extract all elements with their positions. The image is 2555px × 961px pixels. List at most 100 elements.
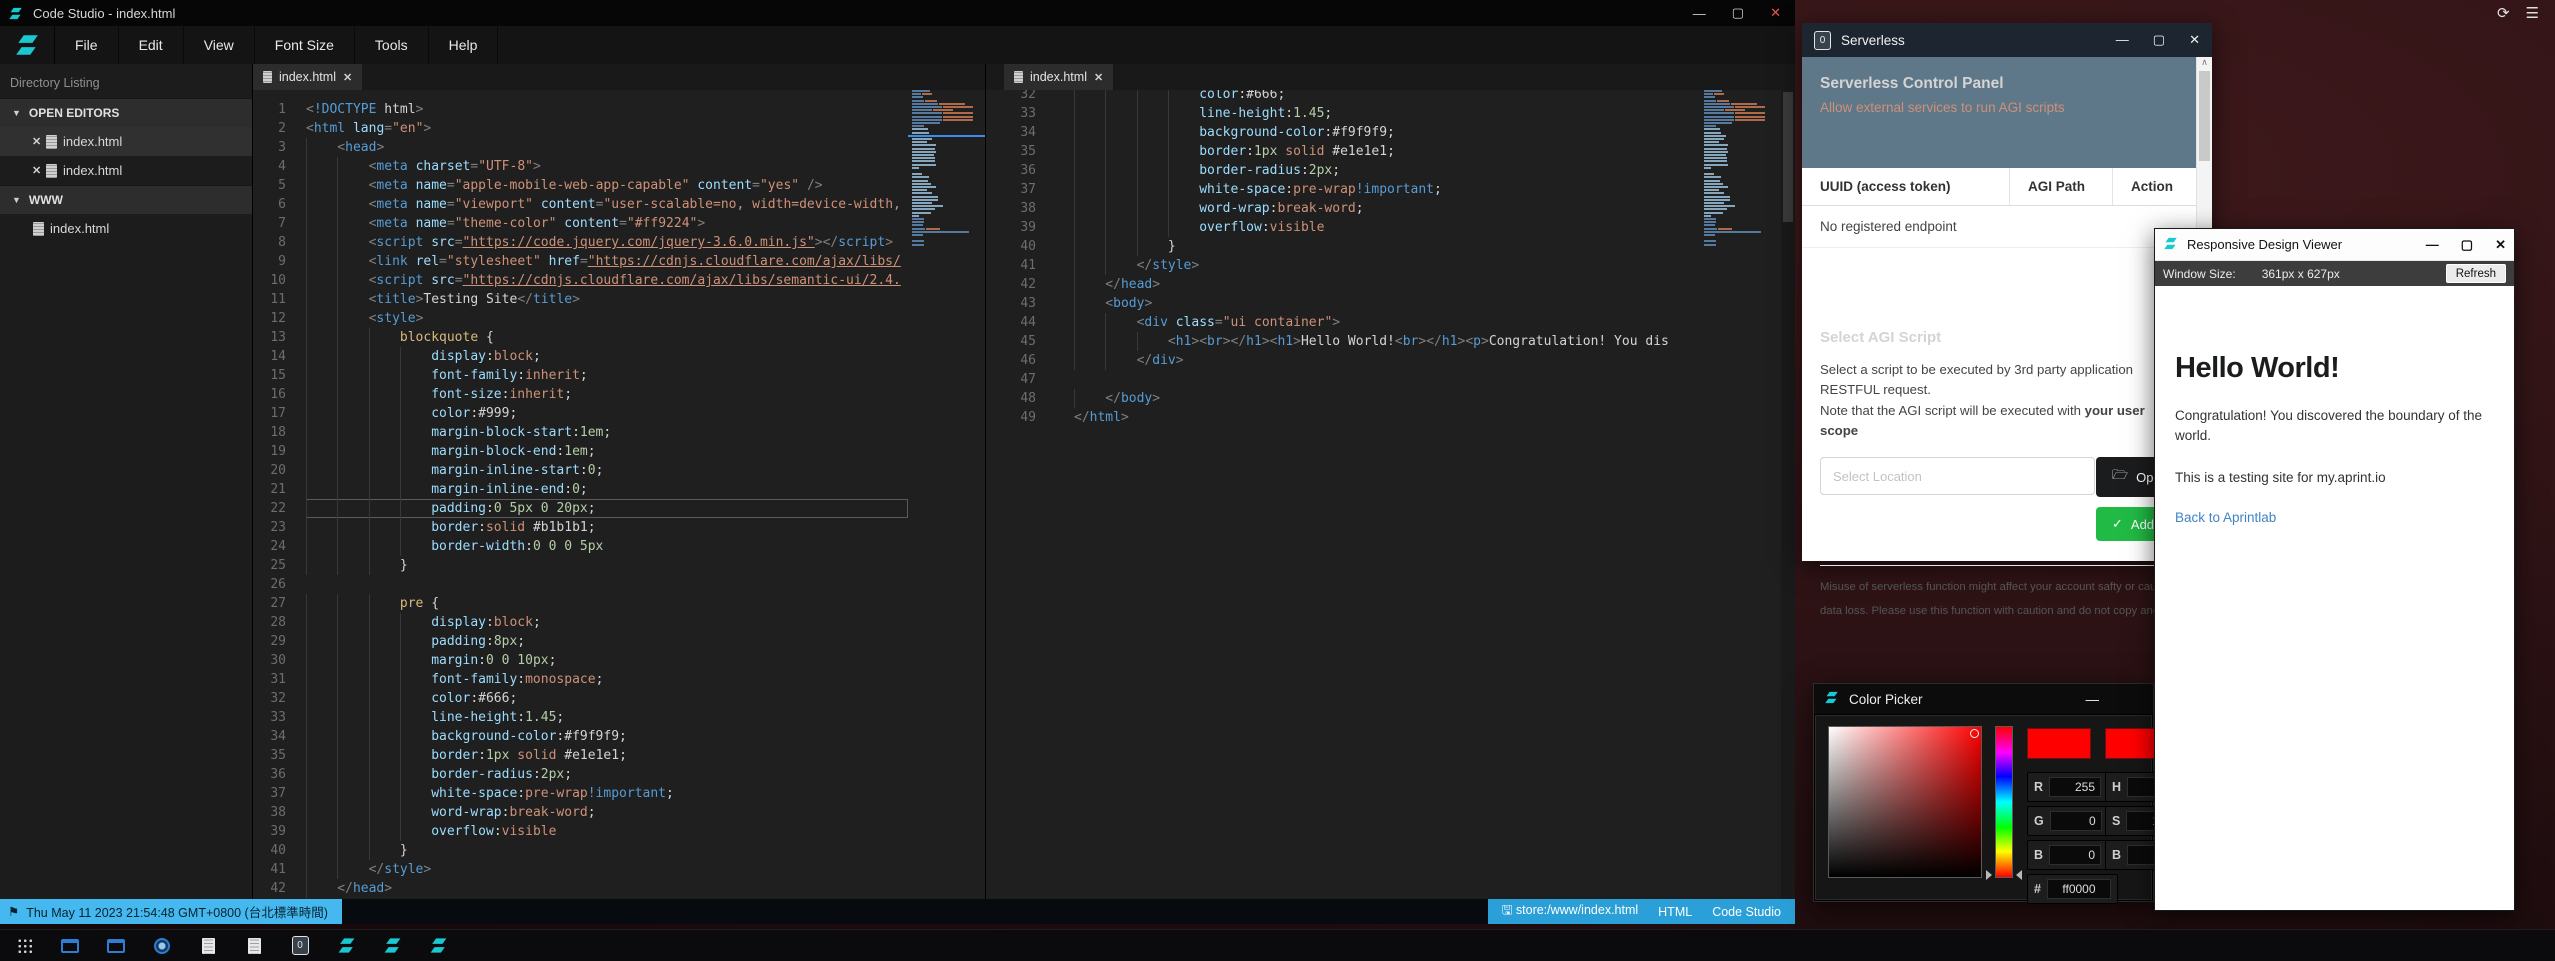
saturation-gradient[interactable]	[1828, 726, 1982, 878]
line-number: 20	[253, 461, 306, 480]
menu-item-edit[interactable]: Edit	[119, 26, 184, 64]
taskbar-icon-code-studio[interactable]	[426, 934, 450, 958]
code-line: 8<script src="https://code.jquery.com/jq…	[253, 233, 908, 252]
minimap-line	[912, 148, 935, 150]
scrollbar[interactable]	[1781, 90, 1795, 899]
tab-index-html-2[interactable]: index.html ✕	[1004, 64, 1113, 90]
code-line: 48</body>	[986, 389, 1700, 408]
serverless-device-icon: 0	[1814, 31, 1831, 50]
status-file-path[interactable]: 🖫 store:/www/index.html	[1502, 901, 1638, 922]
agi-description-line2: RESTFUL request.	[1820, 380, 2192, 400]
close-button[interactable]: ✕	[2189, 32, 2200, 48]
menu-item-tools[interactable]: Tools	[355, 26, 429, 64]
minimize-button[interactable]: —	[2086, 692, 2100, 707]
maximize-button[interactable]: ▢	[2461, 237, 2473, 253]
menu-item-file[interactable]: File	[55, 26, 119, 64]
section-header-www[interactable]: ▼WWW	[0, 185, 252, 214]
line-number: 32	[986, 90, 1074, 104]
line-number: 27	[253, 594, 306, 613]
line-number: 9	[253, 252, 306, 271]
line-number: 43	[986, 294, 1074, 313]
line-number: 36	[253, 765, 306, 784]
code-line: 12<style>	[253, 309, 908, 328]
taskbar-icon-document[interactable]	[196, 934, 220, 958]
tab-bar-2: index.html ✕	[986, 64, 1795, 90]
minimap-line	[912, 96, 923, 98]
line-number: 34	[986, 123, 1074, 142]
app-logo-icon	[8, 6, 23, 21]
close-icon[interactable]: ✕	[32, 135, 46, 148]
minimap-2[interactable]	[1700, 90, 1781, 390]
close-button[interactable]: ✕	[1770, 5, 1781, 21]
minimap-line	[912, 119, 973, 121]
maximize-button[interactable]: ▢	[2153, 32, 2165, 48]
minimap-1[interactable]	[908, 90, 985, 390]
minimize-button[interactable]: —	[2426, 237, 2439, 253]
minimize-button[interactable]: —	[2116, 32, 2129, 48]
taskbar-icon-browser[interactable]	[150, 934, 174, 958]
taskbar-icon-apps-grid[interactable]	[12, 934, 36, 958]
back-to-aprintlab-link[interactable]: Back to Aprintlab	[2175, 510, 2494, 525]
blue-value[interactable]: 0	[2049, 845, 2101, 865]
minimize-button[interactable]: —	[1693, 6, 1706, 21]
taskbar-icon-window[interactable]	[104, 934, 128, 958]
taskbar-icon-code-studio[interactable]	[380, 934, 404, 958]
minimap-line	[912, 234, 923, 236]
code-area-2[interactable]: 32color:#666;33line-height:1.45;34backgr…	[986, 90, 1700, 899]
close-icon[interactable]: ✕	[32, 164, 46, 177]
tab-close-icon[interactable]: ✕	[343, 71, 352, 84]
tab-index-html-1[interactable]: index.html ✕	[253, 64, 362, 90]
red-value[interactable]: 255	[2049, 777, 2101, 797]
sidebar-item-index.html[interactable]: index.html	[0, 214, 252, 243]
taskbar-icon-code-studio[interactable]	[334, 934, 358, 958]
code-line: 22padding:0 5px 0 20px;	[253, 499, 908, 518]
status-language[interactable]: HTML	[1658, 905, 1692, 919]
chevron-down-icon: ▼	[12, 108, 21, 118]
code-line: 9<link rel="stylesheet" href="https://cd…	[253, 252, 908, 271]
disk-icon: 🖫	[1502, 903, 1516, 917]
minimap-line	[912, 128, 928, 130]
minimap-line	[912, 138, 932, 140]
minimap-line	[1704, 228, 1732, 230]
code-area-1[interactable]: 1<!DOCTYPE html>2<html lang="en">3<head>…	[253, 90, 908, 899]
maximize-button[interactable]: ▢	[1732, 5, 1744, 21]
color-picker-window: Color Picker — R255▴▾ G0▴▾ B0▴▾ #ff0000	[1813, 683, 2154, 902]
code-line: 36border-radius:2px;	[253, 765, 908, 784]
status-app-name: Code Studio	[1712, 905, 1781, 919]
serverless-subheading: Allow external services to run AGI scrip…	[1820, 100, 2178, 115]
hue-handle-left[interactable]	[1986, 870, 1992, 880]
minimap-line	[912, 218, 924, 220]
taskbar-icon-window[interactable]	[58, 934, 82, 958]
page-paragraph-1: Congratulation! You discovered the bound…	[2175, 406, 2494, 447]
green-value[interactable]: 0	[2050, 811, 2102, 831]
taskbar-icon-document[interactable]	[242, 934, 266, 958]
menu-item-view[interactable]: View	[184, 26, 255, 64]
tab-close-icon[interactable]: ✕	[1094, 71, 1103, 84]
menu-item-help[interactable]: Help	[429, 26, 499, 64]
sidebar-item-index.html[interactable]: ✕index.html	[0, 156, 252, 185]
taskbar-icon-serverless-device[interactable]: 0	[288, 934, 312, 958]
saturation-selector[interactable]	[1970, 729, 1979, 738]
tab-bar-1: index.html ✕	[253, 64, 985, 90]
minimap-line	[912, 122, 940, 124]
menu-icon[interactable]: ☰	[2526, 4, 2539, 22]
scrollbar-thumb[interactable]	[2199, 71, 2210, 161]
code-line: 49</html>	[986, 408, 1700, 427]
minimap-line	[1704, 205, 1735, 207]
refresh-icon[interactable]: ⟳	[2497, 4, 2510, 22]
sidebar-item-index.html[interactable]: ✕index.html	[0, 127, 252, 156]
close-button[interactable]: ✕	[2495, 237, 2506, 253]
code-line: 27pre {	[253, 594, 908, 613]
minimap-line	[1704, 196, 1730, 198]
scrollbar-thumb[interactable]	[1783, 92, 1793, 222]
hue-handle-right[interactable]	[2016, 870, 2022, 880]
refresh-button[interactable]: Refresh	[2446, 264, 2506, 283]
select-location-input[interactable]	[1820, 457, 2095, 495]
section-header-open-editors[interactable]: ▼OPEN EDITORS	[0, 98, 252, 127]
status-datetime-segment[interactable]: ⚑ Thu May 11 2023 21:54:48 GMT+0800 (台北標…	[0, 899, 342, 924]
hex-value[interactable]: ff0000	[2047, 879, 2111, 899]
menu-item-font-size[interactable]: Font Size	[255, 26, 355, 64]
file-icon	[46, 164, 57, 178]
hue-slider[interactable]	[1995, 726, 2013, 878]
code-line: 10<script src="https://cdnjs.cloudflare.…	[253, 271, 908, 290]
